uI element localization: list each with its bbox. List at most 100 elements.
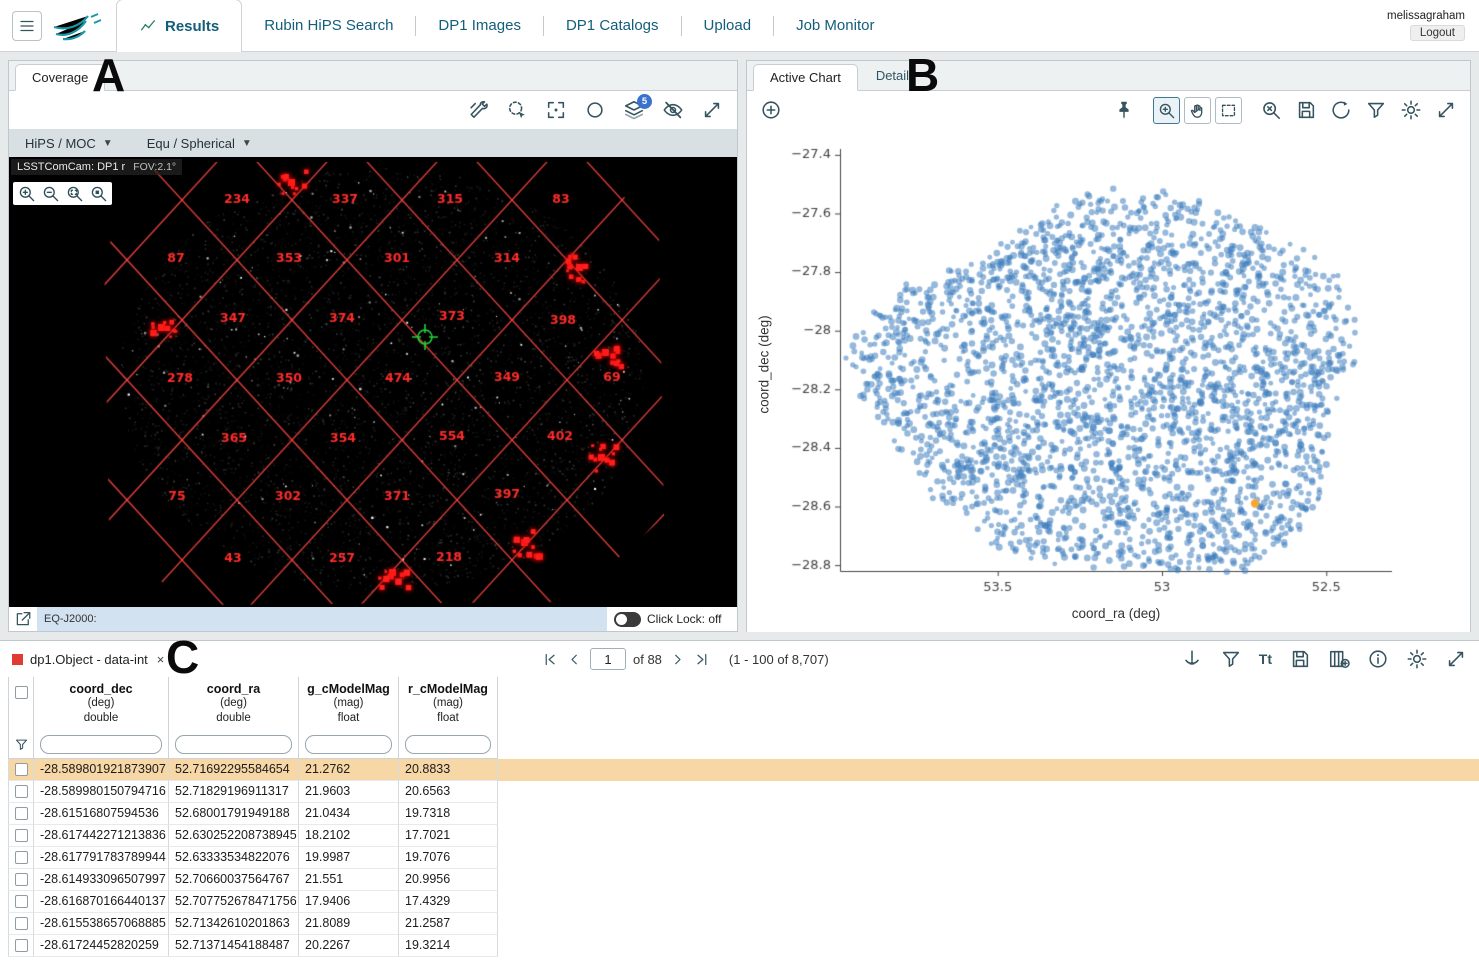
- tools-icon[interactable]: [467, 99, 489, 121]
- zoom-in-icon: [1157, 101, 1176, 120]
- table-color-swatch: [12, 654, 23, 665]
- zoom-mode-button[interactable]: [1153, 97, 1180, 124]
- pan-mode-button[interactable]: [1184, 97, 1211, 124]
- hamburger-menu-button[interactable]: [12, 11, 42, 41]
- table-row[interactable]: -28.58998015079471652.7182919691131721.9…: [8, 781, 1479, 803]
- zoom-in-icon[interactable]: [17, 184, 36, 203]
- add-chart-icon[interactable]: [760, 99, 782, 121]
- expand-icon[interactable]: [1445, 648, 1467, 670]
- click-lock-label: Click Lock: off: [647, 612, 721, 626]
- column-header[interactable]: coord_ra(deg)double: [169, 677, 299, 731]
- column-header[interactable]: coord_dec(deg)double: [34, 677, 169, 731]
- row-checkbox[interactable]: [15, 763, 28, 776]
- tab-upload[interactable]: Upload: [682, 0, 774, 52]
- filter-icon[interactable]: [1365, 99, 1387, 121]
- table-panel: dp1.Object - data-int × of 88 (1 - 100 o…: [0, 640, 1479, 965]
- hide-overlays-icon[interactable]: [662, 99, 684, 121]
- zoom-out-icon[interactable]: [41, 184, 60, 203]
- row-checkbox[interactable]: [15, 917, 28, 930]
- click-lock-toggle[interactable]: [614, 612, 641, 627]
- tab-dp1-catalogs[interactable]: DP1 Catalogs: [544, 0, 681, 52]
- hips-moc-dropdown[interactable]: HiPS / MOC▼: [25, 136, 113, 151]
- recenter-icon[interactable]: [545, 99, 567, 121]
- close-icon[interactable]: ×: [157, 652, 165, 667]
- projection-dropdown[interactable]: Equ / Spherical▼: [147, 136, 252, 151]
- zoom-fill-icon[interactable]: [89, 184, 108, 203]
- circle-select-icon[interactable]: [584, 99, 606, 121]
- select-all-checkbox[interactable]: [15, 686, 28, 699]
- table-cell: -28.589801921873907: [34, 759, 169, 781]
- info-icon[interactable]: [1367, 648, 1389, 670]
- add-column-icon[interactable]: [1328, 648, 1350, 670]
- layers-icon[interactable]: 5: [623, 99, 645, 121]
- table-cell: 21.551: [299, 869, 399, 891]
- table-cell: -28.615538657068885: [34, 913, 169, 935]
- tab-dp1-images[interactable]: DP1 Images: [416, 0, 543, 52]
- coverage-panel: Coverage 5 HiPS / MOC▼ Equ / Spherical▼ …: [8, 60, 738, 632]
- row-checkbox[interactable]: [15, 785, 28, 798]
- column-filter-input[interactable]: [405, 735, 491, 754]
- table-row[interactable]: -28.61493309650799752.7066003756476721.5…: [8, 869, 1479, 891]
- table-row[interactable]: -28.61553865706888552.7134261020186321.8…: [8, 913, 1479, 935]
- row-checkbox[interactable]: [15, 851, 28, 864]
- column-filter-input[interactable]: [175, 735, 292, 754]
- zoom-fit-icon[interactable]: [65, 184, 84, 203]
- save-icon[interactable]: [1289, 648, 1311, 670]
- row-checkbox[interactable]: [15, 873, 28, 886]
- settings-icon[interactable]: [1400, 99, 1422, 121]
- row-checkbox[interactable]: [15, 829, 28, 842]
- pin-icon[interactable]: [1113, 99, 1135, 121]
- table-cell: 17.9406: [299, 891, 399, 913]
- logout-button[interactable]: Logout: [1410, 25, 1465, 41]
- table-row[interactable]: -28.58980192187390752.7169229558465421.2…: [8, 759, 1479, 781]
- column-header[interactable]: g_cModelMag(mag)float: [299, 677, 399, 731]
- box-select-mode-button[interactable]: [1215, 97, 1242, 124]
- table-row[interactable]: -28.6172445282025952.7137145418848720.22…: [8, 935, 1479, 957]
- table-tab[interactable]: dp1.Object - data-int ×: [12, 652, 164, 667]
- scatter-canvas[interactable]: [747, 129, 1470, 632]
- save-icon[interactable]: [1295, 99, 1317, 121]
- tab-rubin-hips-search[interactable]: Rubin HiPS Search: [242, 0, 415, 52]
- table-row[interactable]: -28.61687016644013752.70775267847175617.…: [8, 891, 1479, 913]
- row-checkbox[interactable]: [15, 807, 28, 820]
- filter-icon[interactable]: [1220, 648, 1242, 670]
- username-label: melissagraham: [1387, 10, 1465, 22]
- table-row[interactable]: -28.6151680759453652.6800179194918821.04…: [8, 803, 1479, 825]
- expand-icon[interactable]: [1435, 99, 1457, 121]
- external-link-icon[interactable]: [9, 610, 37, 628]
- prev-page-button[interactable]: [566, 651, 583, 668]
- text-view-icon[interactable]: Tt: [1259, 651, 1272, 667]
- tab-job-monitor[interactable]: Job Monitor: [774, 0, 896, 52]
- page-input[interactable]: [590, 648, 626, 670]
- row-checkbox[interactable]: [15, 895, 28, 908]
- zoom-original-icon[interactable]: [1260, 99, 1282, 121]
- settings-icon[interactable]: [1406, 648, 1428, 670]
- column-filter-input[interactable]: [40, 735, 162, 754]
- first-page-button[interactable]: [542, 651, 559, 668]
- table-toolbar: Tt: [1181, 648, 1467, 670]
- table-row[interactable]: -28.61744227121383652.63025220873894518.…: [8, 825, 1479, 847]
- last-page-button[interactable]: [693, 651, 710, 668]
- top-nav-tabs: Results Rubin HiPS Search DP1 Images DP1…: [116, 0, 896, 52]
- table-row[interactable]: -28.61779178378994452.6333353482207619.9…: [8, 847, 1479, 869]
- select-all-cell: [8, 677, 34, 731]
- table-header-bar: dp1.Object - data-int × of 88 (1 - 100 o…: [0, 641, 1479, 677]
- sky-canvas[interactable]: [9, 157, 737, 607]
- restore-icon[interactable]: [1330, 99, 1352, 121]
- scatter-chart[interactable]: coord_dec (deg) coord_ra (deg): [747, 129, 1470, 632]
- table-pin-icon[interactable]: [1181, 648, 1203, 670]
- row-checkbox[interactable]: [15, 939, 28, 952]
- sky-coverage-view[interactable]: LSSTComCam: DP1 rFOV:2.1°: [9, 157, 737, 607]
- annotation-b: B: [906, 52, 939, 98]
- expand-icon[interactable]: [701, 99, 723, 121]
- tab-results[interactable]: Results: [116, 0, 242, 52]
- column-filter-input[interactable]: [305, 735, 392, 754]
- next-page-button[interactable]: [669, 651, 686, 668]
- table-cell: 19.3214: [399, 935, 498, 957]
- y-axis-title: coord_dec (deg): [757, 305, 772, 425]
- results-chart-icon: [139, 17, 157, 35]
- select-region-icon[interactable]: [506, 99, 528, 121]
- pagination: of 88 (1 - 100 of 8,707): [542, 648, 829, 670]
- tab-active-chart[interactable]: Active Chart: [753, 64, 858, 91]
- column-header[interactable]: r_cModelMag(mag)float: [399, 677, 498, 731]
